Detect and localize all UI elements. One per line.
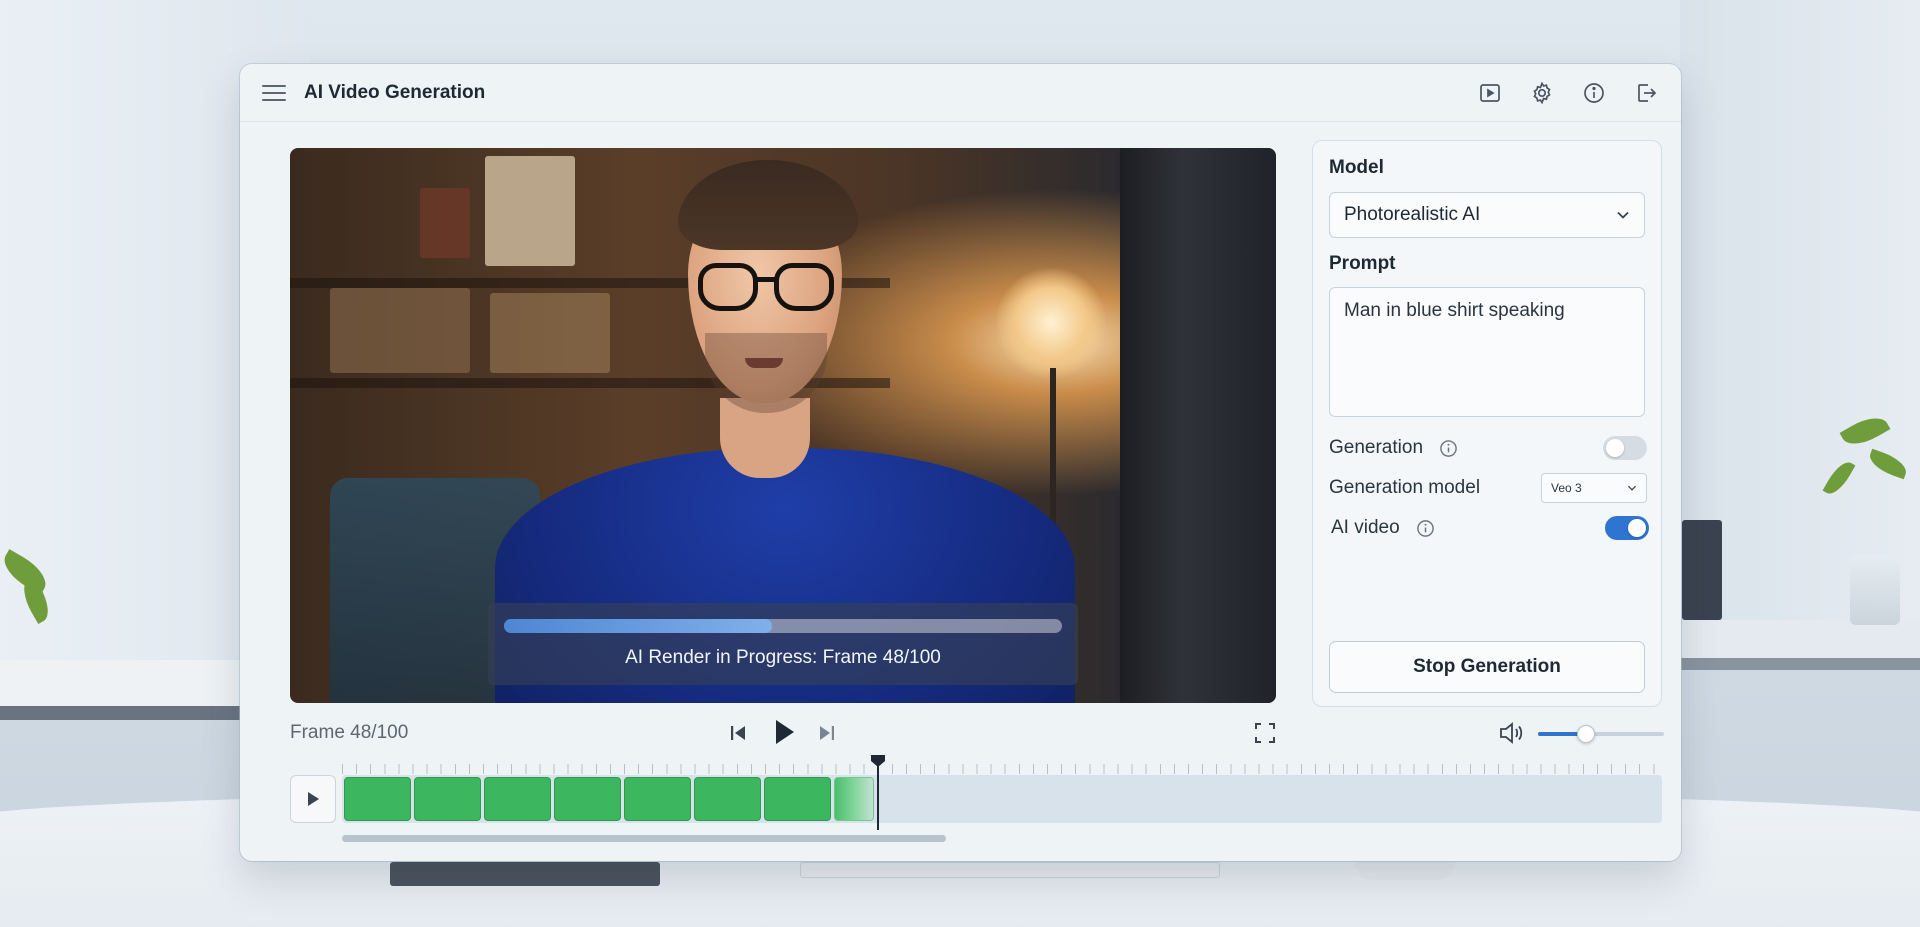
video-person-hair [678,160,858,250]
video-bg-door [1120,148,1276,703]
timeline-play-button[interactable] [290,775,336,823]
title-bar: AI Video Generation [240,64,1681,122]
timeline-scrollbar[interactable] [342,835,946,842]
timeline-clip[interactable] [344,777,411,821]
render-progress-track [504,619,1062,633]
stop-generation-button[interactable]: Stop Generation [1329,641,1645,693]
hamburger-menu-icon[interactable] [262,81,286,105]
timeline-clip[interactable] [414,777,481,821]
video-bg-books [330,288,470,373]
app-window: AI Video Generation AI Render in Progres… [240,64,1681,861]
video-person-mouth [745,358,783,368]
chevron-down-icon [1627,485,1637,491]
timeline-clip-rendering[interactable] [834,777,874,821]
playhead-handle-icon[interactable] [870,754,886,768]
background-laptop [1682,520,1722,620]
generation-model-value: Veo 3 [1551,481,1582,495]
volume-icon[interactable] [1498,720,1524,746]
video-bg-frame [485,156,575,266]
background-mouse [1355,862,1455,880]
ai-video-toggle[interactable] [1605,516,1649,540]
info-icon[interactable] [1581,80,1607,106]
background-shelf-right [1680,620,1920,670]
volume-slider-handle[interactable] [1576,725,1595,743]
generation-model-row: Generation model Veo 3 [1329,473,1647,503]
background-plant-pot [1850,555,1900,625]
background-keyboard [800,862,1220,878]
model-label: Model [1329,157,1384,178]
play-icon[interactable] [770,716,798,748]
generation-model-select[interactable]: Veo 3 [1541,473,1647,503]
generation-toggle[interactable] [1603,436,1647,460]
generation-label: Generation [1329,437,1424,458]
video-bg-books [490,293,610,373]
video-bg-plant [420,188,470,258]
skip-back-icon[interactable] [727,720,749,746]
render-status-text: AI Render in Progress: Frame 48/100 [625,647,941,668]
app-title: AI Video Generation [304,81,486,103]
title-actions [1477,80,1659,106]
fullscreen-icon[interactable] [1253,720,1277,746]
info-icon[interactable] [1416,519,1435,538]
render-progress-overlay: AI Render in Progress: Frame 48/100 [488,603,1078,685]
background-notebook [390,862,660,886]
info-icon[interactable] [1439,439,1458,458]
video-bg-lamp [996,268,1106,378]
timeline-clip[interactable] [624,777,691,821]
play-square-icon[interactable] [1477,80,1503,106]
model-select-value: Photorealistic AI [1344,204,1481,225]
generation-row: Generation [1329,433,1647,463]
model-select[interactable]: Photorealistic AI [1329,192,1645,238]
render-progress-fill [504,619,772,633]
generation-model-label: Generation model [1329,477,1481,498]
background-shelf-left [0,660,245,720]
timeline-clip[interactable] [694,777,761,821]
prompt-input[interactable]: Man in blue shirt speaking [1329,287,1645,417]
timeline-clip[interactable] [554,777,621,821]
timeline-clip[interactable] [484,777,551,821]
chevron-down-icon [1617,211,1629,219]
logout-icon[interactable] [1633,80,1659,106]
volume-slider[interactable] [1538,725,1664,743]
ai-video-row: AI video [1331,513,1649,543]
gear-icon[interactable] [1529,80,1555,106]
settings-panel: Model Photorealistic AI Prompt Man in bl… [1312,140,1662,707]
video-preview[interactable]: AI Render in Progress: Frame 48/100 [290,148,1276,703]
prompt-label: Prompt [1329,253,1396,274]
timeline-ruler [342,764,1662,774]
ai-video-label: AI video [1331,517,1400,538]
frame-counter: Frame 48/100 [290,722,409,743]
skip-forward-icon[interactable] [816,720,838,746]
timeline-clip[interactable] [764,777,831,821]
video-person-glasses [698,263,834,315]
